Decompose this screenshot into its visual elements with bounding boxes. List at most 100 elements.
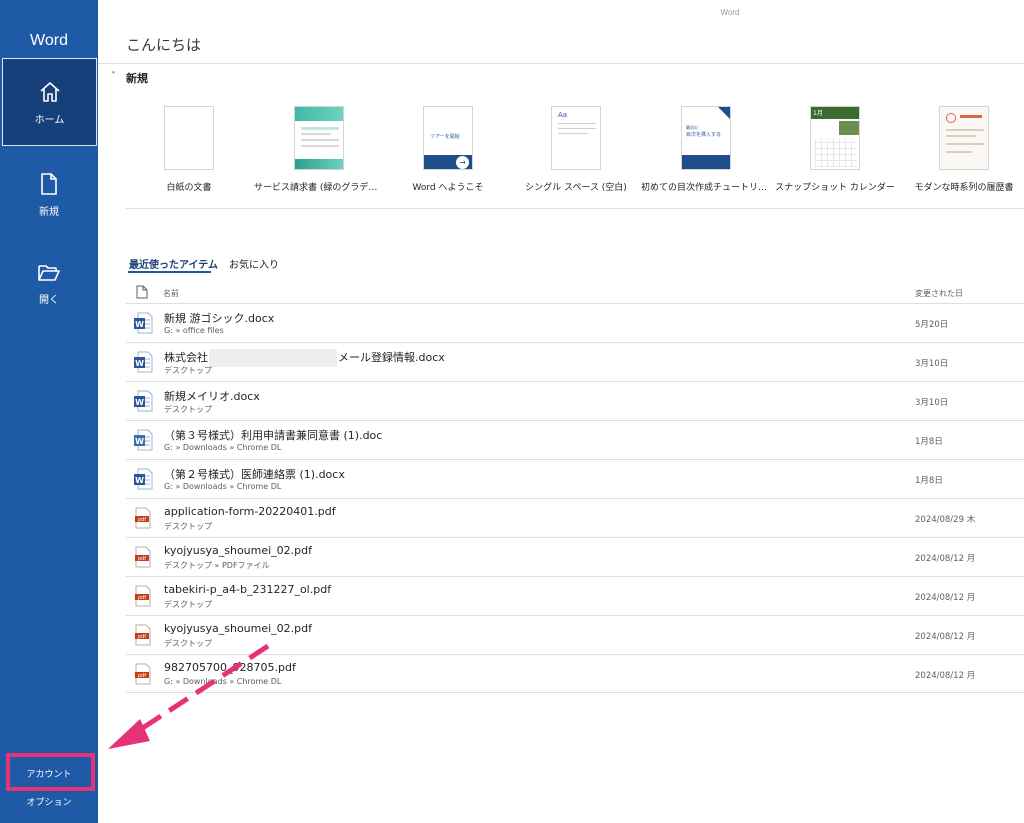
file-row[interactable]: pdf tabekiri-p_a4-b_231227_ol.pdf デスクトップ 20… bbox=[126, 576, 1024, 615]
sidebar-options[interactable]: オプション bbox=[0, 795, 98, 808]
thumb-text: Aa bbox=[558, 111, 568, 119]
file-row[interactable]: W 株式会社 メール登録情報.docx デスクトップ 3月10日 bbox=[126, 342, 1024, 381]
file-path: G: » Downloads » Chrome DL bbox=[164, 443, 282, 452]
template-label: スナップショット カレンダー bbox=[775, 183, 895, 193]
column-modified[interactable]: 変更された日 bbox=[915, 288, 963, 299]
file-list-header: 名前 変更された日 bbox=[126, 285, 1024, 303]
new-document-icon bbox=[41, 172, 57, 195]
file-date: 5月20日 bbox=[915, 320, 949, 330]
chevron-down-icon[interactable]: ˅ bbox=[111, 71, 116, 82]
svg-text:W: W bbox=[135, 437, 144, 446]
file-row[interactable]: pdf 982705700_928705.pdf G: » Downloads » … bbox=[126, 654, 1024, 693]
template-thumbnail: 最初の 目次を挿入する bbox=[681, 106, 731, 170]
template-thumbnail: ツアーを開始 → bbox=[423, 106, 473, 170]
file-name: （第２号様式）医師連絡票 (1).docx bbox=[164, 468, 345, 481]
thumb-text: 目次を挿入する bbox=[686, 132, 722, 138]
column-name[interactable]: 名前 bbox=[163, 288, 179, 299]
file-date: 2024/08/12 月 bbox=[915, 593, 976, 603]
section-title-new: 新規 bbox=[126, 72, 148, 85]
file-name: 新規 游ゴシック.docx bbox=[164, 312, 275, 325]
file-date: 2024/08/12 月 bbox=[915, 671, 976, 681]
template-invoice[interactable]: サービス請求書 (緑のグラデー… bbox=[254, 106, 384, 193]
svg-text:pdf: pdf bbox=[138, 517, 146, 523]
redacted-text bbox=[209, 349, 337, 367]
sidebar-item-new[interactable]: 新規 bbox=[0, 150, 98, 238]
template-label: サービス請求書 (緑のグラデー… bbox=[254, 183, 384, 193]
file-row[interactable]: pdf application-form-20220401.pdf デスクトップ 20… bbox=[126, 498, 1024, 537]
file-name: 982705700_928705.pdf bbox=[164, 661, 296, 674]
template-label: 初めての目次作成チュートリアル bbox=[641, 183, 771, 193]
pdf-file-icon: pdf bbox=[135, 585, 151, 607]
arrow-right-icon: → bbox=[456, 156, 469, 169]
pdf-file-icon: pdf bbox=[135, 546, 151, 568]
file-path: デスクトップ bbox=[164, 522, 212, 531]
word-file-icon: W bbox=[134, 351, 153, 373]
file-name: tabekiri-p_a4-b_231227_ol.pdf bbox=[164, 583, 332, 596]
file-name: kyojyusya_shoumei_02.pdf bbox=[164, 544, 313, 557]
template-toc-tutorial[interactable]: 最初の 目次を挿入する 初めての目次作成チュートリアル bbox=[641, 106, 771, 193]
file-path: G: » Downloads » Chrome DL bbox=[164, 482, 282, 491]
template-blank[interactable]: 白紙の文書 bbox=[124, 106, 254, 193]
file-row[interactable]: pdf kyojyusya_shoumei_02.pdf デスクトップ » PDFフ… bbox=[126, 537, 1024, 576]
svg-text:W: W bbox=[135, 398, 144, 407]
svg-text:W: W bbox=[135, 320, 144, 329]
sidebar-item-label: 新規 bbox=[39, 206, 59, 218]
template-snapshot-calendar[interactable]: 1月 スナップショット カレンダー bbox=[770, 106, 900, 193]
template-modern-resume[interactable]: モダンな時系列の履歴書 bbox=[899, 106, 1024, 193]
template-single-space[interactable]: Aa シングル スペース (空白) bbox=[511, 106, 641, 193]
file-row[interactable]: W 新規メイリオ.docx デスクトップ 3月10日 bbox=[126, 381, 1024, 420]
pdf-file-icon: pdf bbox=[135, 624, 151, 646]
word-start-screen: Word ホーム 新規 開く アカウント オプション Word こんにちは ˅ … bbox=[0, 0, 1024, 823]
template-welcome[interactable]: ツアーを開始 → Word へようこそ bbox=[383, 106, 513, 193]
app-brand: Word bbox=[30, 32, 68, 49]
template-label: 白紙の文書 bbox=[166, 183, 212, 193]
tab-active-underline bbox=[128, 271, 211, 273]
file-date: 3月10日 bbox=[915, 359, 949, 369]
pdf-file-icon: pdf bbox=[135, 663, 151, 685]
file-path: G: » Downloads » Chrome DL bbox=[164, 677, 282, 686]
thumb-text: 1月 bbox=[813, 110, 823, 117]
sidebar-item-open[interactable]: 開く bbox=[0, 238, 98, 326]
template-label: シングル スペース (空白) bbox=[525, 183, 627, 193]
file-path: G: » office files bbox=[164, 326, 224, 335]
file-row[interactable]: W （第３号様式）利用申請書兼同意書 (1).doc G: » Downloads … bbox=[126, 420, 1024, 459]
word-file-icon: W bbox=[134, 429, 153, 451]
svg-text:W: W bbox=[135, 359, 144, 368]
file-row[interactable]: W 新規 游ゴシック.docx G: » office files 5月20日 bbox=[126, 303, 1024, 342]
window-title: Word bbox=[720, 8, 740, 17]
template-thumbnail: 1月 bbox=[810, 106, 860, 170]
template-thumbnail bbox=[164, 106, 214, 170]
file-date: 2024/08/29 木 bbox=[915, 515, 976, 525]
file-date: 1月8日 bbox=[915, 476, 943, 486]
file-name: application-form-20220401.pdf bbox=[164, 505, 336, 518]
template-label: モダンな時系列の履歴書 bbox=[914, 183, 1014, 193]
tab-favorites[interactable]: お気に入り bbox=[229, 256, 279, 271]
file-path: デスクトップ bbox=[164, 639, 212, 648]
file-path: デスクトップ » PDFファイル bbox=[164, 561, 270, 570]
file-name: （第３号様式）利用申請書兼同意書 (1).doc bbox=[164, 429, 383, 442]
account-highlight-box bbox=[6, 753, 95, 791]
svg-text:pdf: pdf bbox=[138, 556, 146, 562]
sidebar: Word ホーム 新規 開く アカウント オプション bbox=[0, 0, 98, 823]
svg-text:pdf: pdf bbox=[138, 673, 146, 679]
sidebar-item-home[interactable]: ホーム bbox=[2, 58, 97, 146]
svg-text:pdf: pdf bbox=[138, 595, 146, 601]
page-title: こんにちは bbox=[126, 36, 202, 54]
divider bbox=[98, 63, 1024, 64]
word-file-icon: W bbox=[134, 390, 153, 412]
file-row[interactable]: W （第２号様式）医師連絡票 (1).docx G: » Downloads » C… bbox=[126, 459, 1024, 498]
sidebar-item-label: 開く bbox=[39, 294, 59, 306]
home-icon bbox=[39, 81, 60, 102]
file-path: デスクトップ bbox=[164, 366, 212, 375]
file-row[interactable]: pdf kyojyusya_shoumei_02.pdf デスクトップ 2024/08… bbox=[126, 615, 1024, 654]
template-thumbnail: Aa bbox=[551, 106, 601, 170]
file-date: 3月10日 bbox=[915, 398, 949, 408]
svg-text:W: W bbox=[135, 476, 144, 485]
tab-recent[interactable]: 最近使ったアイテム bbox=[129, 256, 218, 271]
file-name-suffix: メール登録情報.docx bbox=[338, 351, 445, 364]
svg-text:pdf: pdf bbox=[138, 634, 146, 640]
file-name-prefix: 株式会社 bbox=[164, 351, 208, 364]
file-name: kyojyusya_shoumei_02.pdf bbox=[164, 622, 313, 635]
template-thumbnail bbox=[939, 106, 989, 170]
file-date: 1月8日 bbox=[915, 437, 943, 447]
